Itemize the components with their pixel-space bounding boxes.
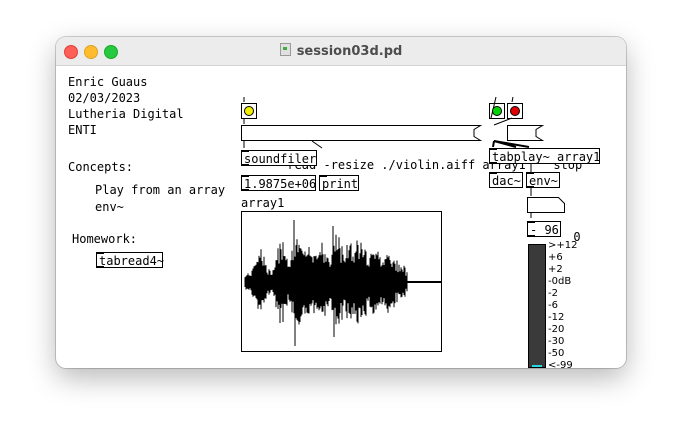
vu-level-indicator [532,365,542,367]
concept-item: env~ [95,200,124,214]
bang-stop[interactable] [507,103,523,119]
bang-indicator [492,106,502,116]
vu-meter[interactable] [528,244,546,368]
date-comment: 02/03/2023 [68,91,141,105]
bang-load[interactable] [241,103,257,119]
number-box-outline [527,197,565,213]
vu-scale-label: -12 [548,312,565,323]
bang-indicator [244,106,254,116]
vu-scale-label: -2 [548,288,558,299]
vu-scale-label: <-99 [548,360,573,368]
soundfiler-size-number[interactable]: 1.9875e+06 [241,175,316,191]
window-title: session03d.pd [56,43,626,59]
tabread4-object[interactable]: tabread4~ [96,252,164,268]
message-box-outline [507,125,545,141]
vu-scale: >+12 +6 +2 -0dB -2 -6 -12 -20 -30 -50 <-… [548,240,577,368]
env-object[interactable]: env~ [526,172,560,188]
school-comment: ENTI [68,123,97,137]
patch-window: session03d.pd Enric Guaus 02/03/2023 Lut… [56,37,626,368]
vu-scale-label: -20 [548,324,565,335]
course-comment: Lutheria Digital [68,107,184,121]
stop-message[interactable]: stop [507,125,582,172]
vu-scale-label: +6 [548,252,563,263]
minus-96-object[interactable]: - 96 [527,221,561,237]
waveform-path [244,234,408,325]
title-bar[interactable]: session03d.pd [56,37,626,66]
concepts-heading: Concepts: [68,160,134,174]
print-object[interactable]: print [319,175,359,191]
vu-scale-label: -50 [548,348,565,359]
document-icon [279,43,291,56]
array-name-label: array1 [241,196,285,210]
message-box-outline [241,125,483,141]
vu-scale-label: >+12 [548,240,578,251]
window-title-text: session03d.pd [296,44,403,59]
bang-play[interactable] [489,103,505,119]
soundfiler-object[interactable]: soundfiler [241,150,317,166]
homework-heading: Homework: [72,232,138,246]
vu-scale-label: -0dB [548,276,572,287]
read-message[interactable]: read -resize ./violin.aiff array1 [241,125,526,172]
bang-indicator [510,106,520,116]
vu-scale-label: -6 [548,300,558,311]
array1-graph[interactable] [241,211,442,352]
tabplay-object[interactable]: tabplay~ array1 [489,148,600,164]
author-comment: Enric Guaus [68,75,148,89]
dac-object[interactable]: dac~ [489,172,523,188]
env-number-box[interactable]: 0 [527,197,581,244]
vu-scale-label: +2 [548,264,563,275]
patch-canvas[interactable]: Enric Guaus 02/03/2023 Lutheria Digital … [56,66,626,368]
concept-item: Play from an array [95,183,226,197]
vu-scale-label: -30 [548,336,565,347]
waveform-plot [244,220,441,346]
